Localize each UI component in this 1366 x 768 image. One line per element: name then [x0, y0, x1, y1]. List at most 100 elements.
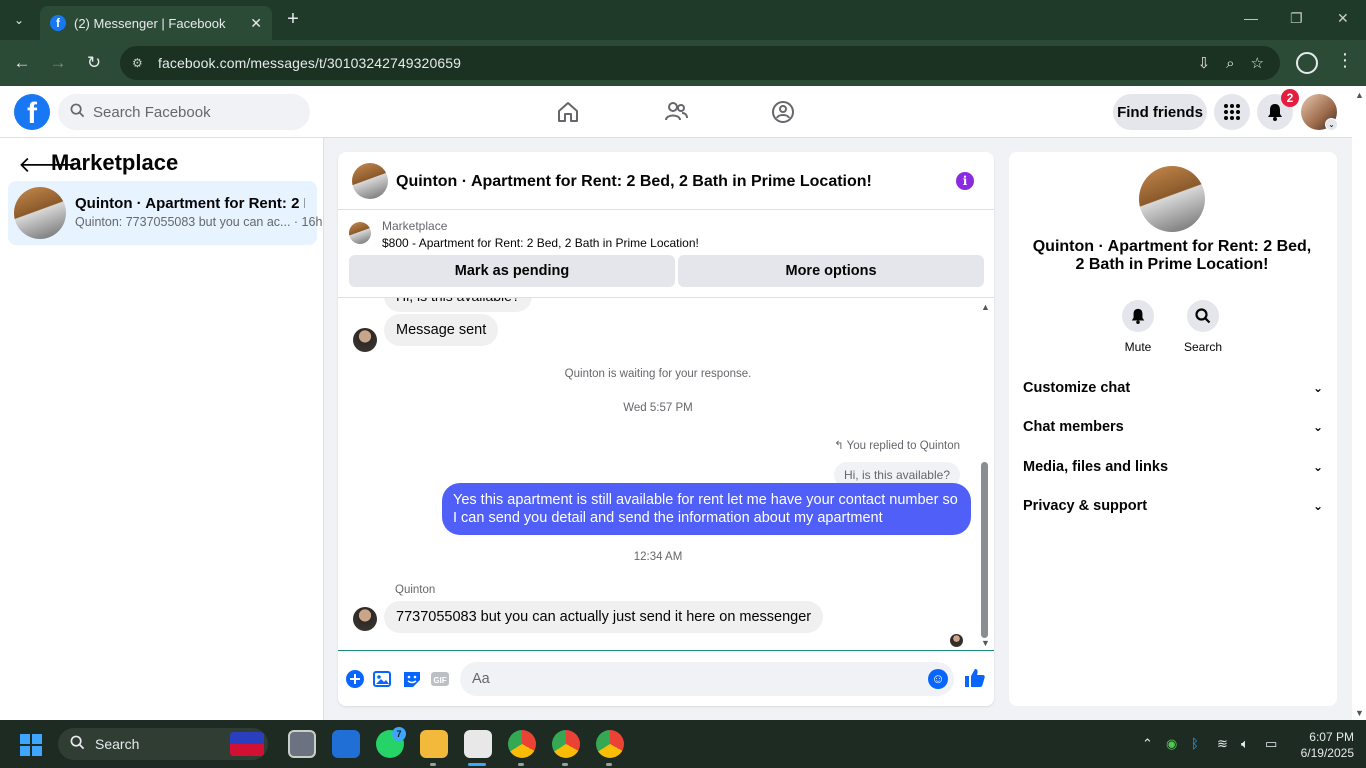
privacy-support-section[interactable]: Privacy & support ⌄ [1023, 494, 1323, 518]
clock-time: 6:07 PM [1309, 730, 1354, 744]
waiting-note: Quinton is waiting for your response. [564, 368, 752, 380]
search-icon [70, 735, 85, 753]
sender-avatar[interactable] [353, 607, 377, 631]
show-hidden-icons-chevron-icon[interactable]: ⌃ [1142, 736, 1153, 752]
new-tab-button[interactable]: + [282, 8, 304, 30]
wifi-icon[interactable]: ≋ [1217, 736, 1228, 752]
tab-search-button[interactable]: ⌄ [6, 7, 32, 33]
listing-label: Marketplace [382, 219, 448, 233]
message-input-wrapper[interactable] [460, 662, 954, 696]
address-bar[interactable]: ⚙ facebook.com/messages/t/30103242749320… [120, 46, 1280, 80]
page-scrollbar[interactable]: ▲ ▼ [1352, 86, 1366, 720]
listing-small-thumbnail[interactable] [349, 222, 371, 244]
conversation-item[interactable]: Quinton · Apartment for Rent: 2 B... Qui… [8, 181, 322, 245]
find-friends-button[interactable]: Find friends [1113, 94, 1207, 130]
network-app-icon[interactable]: ◉ [1166, 736, 1177, 752]
section-label: Media, files and links [1023, 459, 1169, 475]
bluetooth-icon[interactable]: ᛒ [1191, 736, 1199, 751]
snipping-tool-icon[interactable] [464, 730, 492, 758]
scroll-down-icon[interactable]: ▼ [1355, 708, 1364, 718]
grid-icon [1224, 104, 1240, 120]
details-title: Quinton · Apartment for Rent: 2 Bed, 2 B… [1032, 238, 1312, 273]
sender-avatar[interactable] [353, 328, 377, 352]
svg-text:GIF: GIF [433, 676, 446, 685]
account-chevron-icon[interactable]: ⌄ [1325, 118, 1338, 131]
running-indicator [562, 763, 568, 766]
forward-button[interactable]: → [47, 52, 69, 74]
thread-scrollbar[interactable]: ▲ ▼ [979, 302, 991, 648]
task-view-icon[interactable] [288, 730, 316, 758]
running-indicator [606, 763, 612, 766]
media-files-links-section[interactable]: Media, files and links ⌄ [1023, 455, 1323, 479]
chat-title[interactable]: Quinton · Apartment for Rent: 2 Bed, 2 B… [396, 173, 872, 191]
search-action[interactable]: Search [1173, 300, 1233, 354]
customize-chat-section[interactable]: Customize chat ⌄ [1023, 376, 1323, 400]
browser-tab[interactable]: f (2) Messenger | Facebook ✕ [40, 6, 272, 40]
conversation-snippet: Quinton: 7737055083 but you can ac... · … [75, 215, 323, 229]
facebook-search[interactable] [58, 94, 310, 130]
incoming-message: 7737055083 but you can actually just sen… [384, 601, 824, 633]
back-button[interactable]: ← [11, 52, 33, 74]
site-info-icon[interactable]: ⚙ [132, 56, 150, 70]
scrollbar-thumb[interactable] [981, 462, 988, 638]
emoji-icon[interactable]: ☺ [928, 669, 948, 689]
menu-grid-button[interactable] [1214, 94, 1250, 130]
home-icon[interactable] [555, 99, 581, 125]
message-composer: GIF ☺ [338, 650, 994, 706]
notification-badge: 2 [1281, 89, 1299, 107]
more-actions-plus-icon[interactable] [345, 669, 365, 689]
battery-icon[interactable]: ▭ [1265, 736, 1277, 752]
info-icon[interactable]: i [956, 172, 974, 190]
reload-button[interactable]: ↻ [83, 52, 105, 74]
chat-panel: Quinton · Apartment for Rent: 2 Bed, 2 B… [338, 152, 994, 706]
file-explorer-icon[interactable] [420, 730, 448, 758]
scroll-up-icon[interactable]: ▲ [1355, 90, 1364, 100]
more-options-button[interactable]: More options [678, 255, 984, 287]
chrome-icon[interactable] [552, 730, 580, 758]
listing-avatar-large[interactable] [1139, 166, 1205, 232]
scroll-down-icon[interactable]: ▼ [981, 638, 990, 648]
microsoft-store-icon[interactable] [332, 730, 360, 758]
widgets-flag-icon[interactable] [230, 732, 264, 756]
clock-date: 6/19/2025 [1300, 746, 1354, 760]
chat-members-section[interactable]: Chat members ⌄ [1023, 415, 1323, 439]
chrome-icon[interactable] [596, 730, 624, 758]
scroll-up-icon[interactable]: ▲ [981, 302, 990, 312]
groups-icon[interactable] [770, 99, 796, 125]
restore-window-button[interactable]: ❐ [1290, 10, 1303, 27]
chat-avatar[interactable] [352, 163, 388, 199]
friends-icon[interactable] [663, 99, 689, 125]
listing-banner: Marketplace $800 - Apartment for Rent: 2… [338, 210, 994, 298]
sticker-icon[interactable] [402, 669, 422, 689]
gif-icon[interactable]: GIF [430, 669, 450, 689]
windows-start-icon[interactable] [20, 734, 42, 756]
volume-icon[interactable]: 🔈︎ [1241, 736, 1249, 752]
browser-menu-icon[interactable]: ⋮ [1336, 50, 1354, 71]
bookmark-star-icon[interactable]: ☆ [1251, 54, 1264, 72]
chevron-down-icon: ⌄ [1312, 499, 1323, 513]
close-tab-icon[interactable]: ✕ [250, 15, 262, 32]
reply-note: ↰ You replied to Quinton [834, 438, 960, 452]
browser-toolbar: ← → ↻ ⚙ facebook.com/messages/t/30103242… [0, 40, 1366, 86]
install-app-icon[interactable]: ⇩ [1198, 54, 1211, 72]
search-icon[interactable] [1187, 300, 1219, 332]
mute-action[interactable]: Mute [1108, 300, 1168, 354]
message-thread[interactable]: Hi, is this available? Message sent Quin… [338, 298, 994, 650]
mark-as-pending-button[interactable]: Mark as pending [349, 255, 675, 287]
close-window-button[interactable]: ✕ [1337, 10, 1349, 27]
facebook-logo-icon[interactable]: f [14, 94, 50, 130]
zoom-icon[interactable]: ⌕ [1226, 55, 1234, 72]
search-icon [70, 103, 85, 122]
message-input[interactable] [472, 671, 912, 687]
minimize-window-button[interactable]: — [1244, 10, 1258, 26]
section-label: Customize chat [1023, 380, 1131, 396]
facebook-search-input[interactable] [93, 103, 283, 121]
browser-profile-icon[interactable] [1296, 52, 1318, 74]
listing-price[interactable]: $800 - Apartment for Rent: 2 Bed, 2 Bath… [382, 236, 699, 250]
chrome-icon[interactable] [508, 730, 536, 758]
bell-icon[interactable] [1122, 300, 1154, 332]
thumbs-up-icon[interactable] [964, 667, 985, 687]
attach-photo-icon[interactable] [373, 669, 393, 689]
marketplace-sidebar: 🡐 Marketplace Quinton · Apartment for Re… [0, 138, 324, 720]
taskbar-clock[interactable]: 6:07 PM 6/19/2025 [1290, 729, 1354, 761]
